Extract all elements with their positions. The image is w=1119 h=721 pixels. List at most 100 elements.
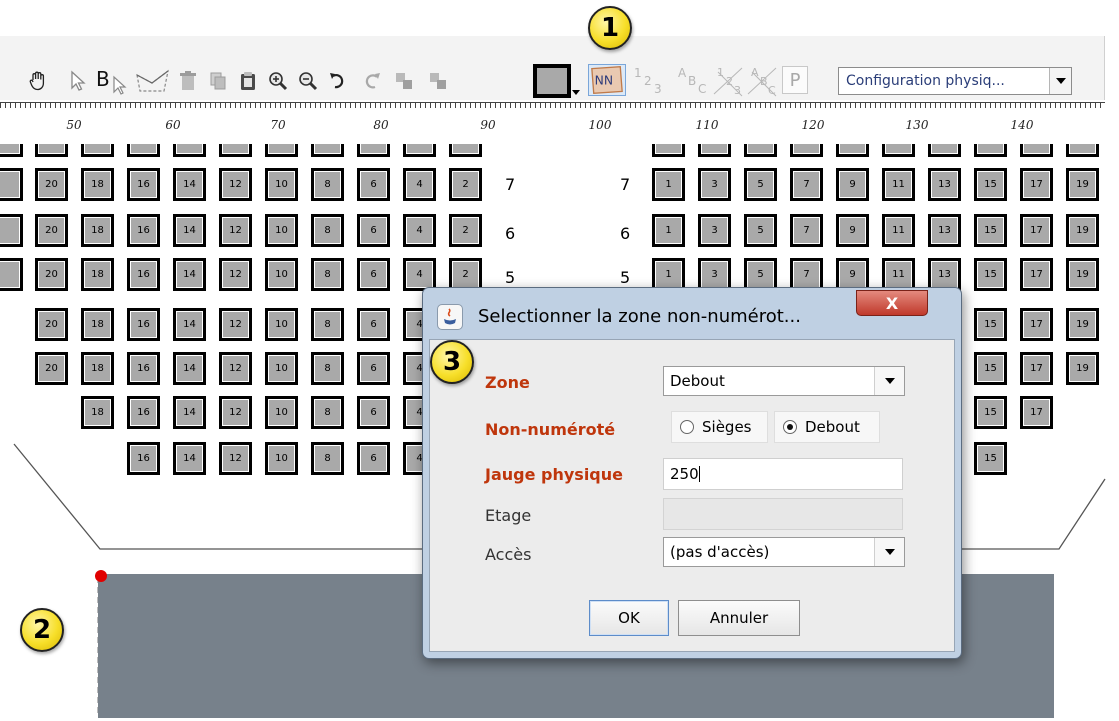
seat[interactable]: 19 xyxy=(1066,214,1099,247)
bold-select-icon[interactable]: B xyxy=(94,66,134,96)
align-right-icon[interactable] xyxy=(424,66,452,96)
seat[interactable] xyxy=(790,144,823,157)
seat[interactable] xyxy=(652,144,685,157)
radio-sieges-indicator[interactable] xyxy=(680,420,694,434)
seat[interactable]: 13 xyxy=(928,168,961,201)
radio-sieges[interactable]: Sièges xyxy=(671,411,768,443)
acces-select[interactable]: (pas d'accès) xyxy=(663,537,905,567)
configuration-combo[interactable]: Configuration physiq... xyxy=(838,67,1072,95)
seat[interactable]: 7 xyxy=(790,214,823,247)
ok-button[interactable]: OK xyxy=(589,600,669,636)
seat[interactable] xyxy=(265,144,298,157)
seat[interactable]: 10 xyxy=(265,352,298,385)
seat[interactable]: 8 xyxy=(311,352,344,385)
seat[interactable]: 11 xyxy=(882,168,915,201)
align-left-icon[interactable] xyxy=(390,66,418,96)
seat[interactable]: 20 xyxy=(35,214,68,247)
jauge-physique-input[interactable]: 250 xyxy=(663,458,903,490)
seat[interactable]: 3 xyxy=(698,168,731,201)
seat[interactable]: 17 xyxy=(1020,396,1053,429)
seat[interactable]: 6 xyxy=(357,442,390,475)
seat[interactable]: 8 xyxy=(311,396,344,429)
seat[interactable]: 14 xyxy=(173,168,206,201)
seat[interactable]: 6 xyxy=(357,214,390,247)
seat[interactable]: 16 xyxy=(127,396,160,429)
chevron-down-icon[interactable] xyxy=(874,538,904,566)
seat[interactable]: 5 xyxy=(744,168,777,201)
seat[interactable]: 6 xyxy=(357,396,390,429)
seat[interactable]: 18 xyxy=(81,308,114,341)
cancel-button[interactable]: Annuler xyxy=(678,600,800,636)
seat[interactable]: 17 xyxy=(1020,168,1053,201)
seat[interactable]: 6 xyxy=(357,168,390,201)
seat[interactable]: 15 xyxy=(974,442,1007,475)
seat[interactable] xyxy=(449,144,482,157)
seat[interactable] xyxy=(0,144,23,157)
seat[interactable]: 13 xyxy=(928,214,961,247)
radio-debout-indicator[interactable] xyxy=(783,420,797,434)
seat[interactable] xyxy=(928,144,961,157)
seat[interactable]: 3 xyxy=(698,214,731,247)
seat[interactable]: 14 xyxy=(173,308,206,341)
seat[interactable]: 14 xyxy=(173,442,206,475)
seat-shape-icon[interactable] xyxy=(530,64,586,98)
seat[interactable]: 12 xyxy=(219,396,252,429)
seat[interactable]: 15 xyxy=(974,258,1007,291)
seat[interactable]: 16 xyxy=(127,214,160,247)
seat[interactable]: 19 xyxy=(1066,168,1099,201)
seat[interactable]: 10 xyxy=(265,308,298,341)
zoom-out-icon[interactable] xyxy=(294,66,322,96)
lasso-icon[interactable] xyxy=(134,66,172,96)
seat[interactable]: 8 xyxy=(311,168,344,201)
seat[interactable] xyxy=(882,144,915,157)
seat[interactable]: 1 xyxy=(652,168,685,201)
seat[interactable]: 12 xyxy=(219,168,252,201)
seat[interactable]: 17 xyxy=(1020,258,1053,291)
seat[interactable] xyxy=(1020,144,1053,157)
seat[interactable]: 9 xyxy=(836,214,869,247)
seat[interactable]: 10 xyxy=(265,168,298,201)
seat[interactable]: 8 xyxy=(311,258,344,291)
zone-anchor-point[interactable] xyxy=(95,570,107,582)
seat[interactable]: 12 xyxy=(219,214,252,247)
seat[interactable]: 14 xyxy=(173,396,206,429)
p-button[interactable]: P xyxy=(782,66,808,94)
seat[interactable]: 2 xyxy=(449,168,482,201)
seat[interactable] xyxy=(219,144,252,157)
seat[interactable]: 16 xyxy=(127,442,160,475)
seat[interactable]: 14 xyxy=(173,352,206,385)
seat[interactable]: 1 xyxy=(652,214,685,247)
seat[interactable]: 14 xyxy=(173,214,206,247)
seat[interactable]: 16 xyxy=(127,352,160,385)
seat[interactable] xyxy=(173,144,206,157)
zoom-in-icon[interactable] xyxy=(264,66,292,96)
seat[interactable]: 15 xyxy=(974,168,1007,201)
seat[interactable]: 20 xyxy=(35,352,68,385)
seat[interactable]: 15 xyxy=(974,352,1007,385)
diagonal-numbering-icon[interactable]: 123 xyxy=(712,64,746,98)
etage-input[interactable] xyxy=(663,498,903,530)
seat[interactable] xyxy=(311,144,344,157)
seat[interactable]: 10 xyxy=(265,258,298,291)
seat[interactable]: 10 xyxy=(265,214,298,247)
seat[interactable]: 16 xyxy=(127,308,160,341)
nn-zone-button[interactable]: NN xyxy=(588,64,626,96)
seat[interactable]: 5 xyxy=(744,214,777,247)
copy-icon[interactable] xyxy=(204,66,232,96)
seat[interactable]: 19 xyxy=(1066,258,1099,291)
radio-debout[interactable]: Debout xyxy=(774,411,880,443)
pointer-icon[interactable] xyxy=(64,66,92,96)
seat[interactable] xyxy=(0,168,23,201)
zone-select[interactable]: Debout xyxy=(663,366,905,396)
seat[interactable]: 6 xyxy=(357,308,390,341)
seat[interactable]: 17 xyxy=(1020,352,1053,385)
seat[interactable]: 12 xyxy=(219,308,252,341)
seat[interactable]: 14 xyxy=(173,258,206,291)
seat[interactable]: 4 xyxy=(403,214,436,247)
numbering-tool-icon[interactable]: 1 2 3 xyxy=(628,64,674,98)
seat[interactable]: 20 xyxy=(35,308,68,341)
seat[interactable]: 18 xyxy=(81,396,114,429)
seat[interactable]: 9 xyxy=(836,168,869,201)
seat[interactable]: 20 xyxy=(35,168,68,201)
seat[interactable]: 11 xyxy=(882,214,915,247)
